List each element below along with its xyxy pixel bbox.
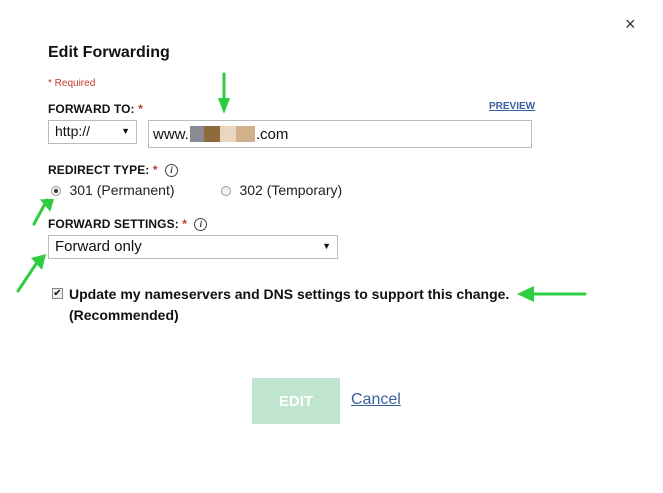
arrow-up-right-annotation-icon [16, 254, 46, 293]
arrow-down-annotation-icon [218, 72, 230, 114]
annotation-overlay [16, 72, 587, 302]
arrow-up-left-annotation-icon [32, 198, 55, 226]
arrow-left-annotation-icon [517, 286, 587, 302]
